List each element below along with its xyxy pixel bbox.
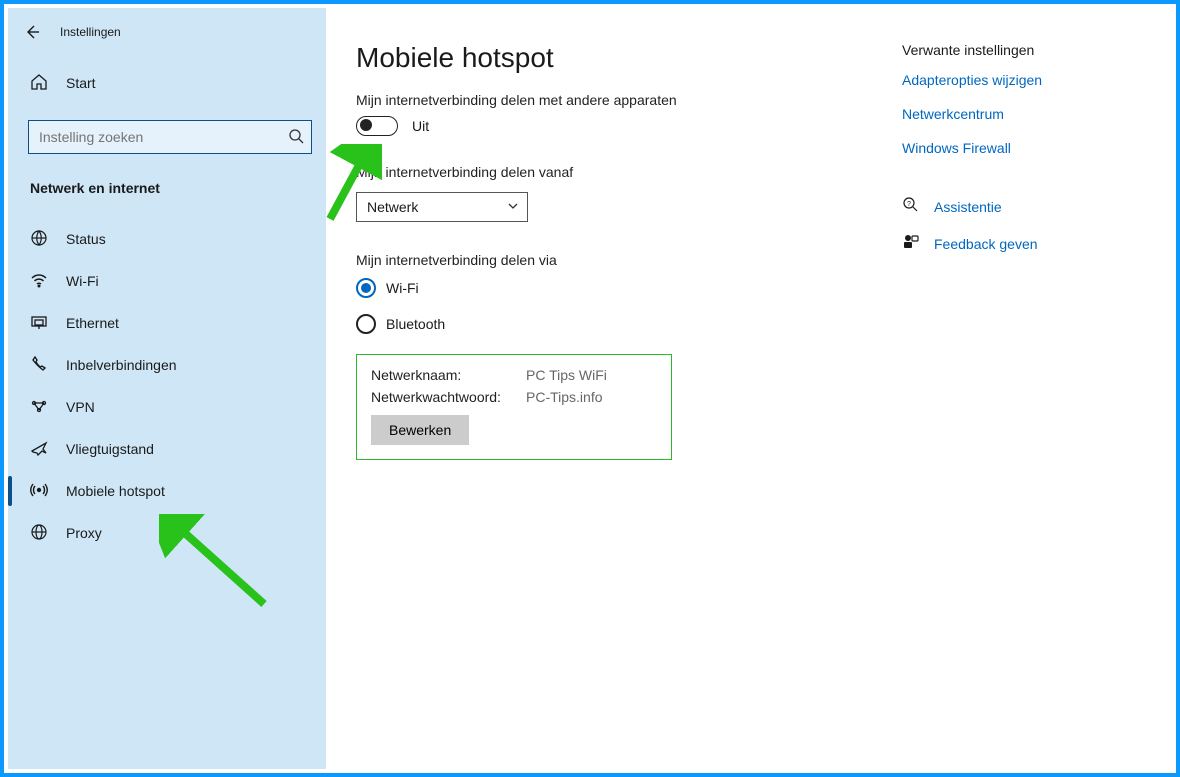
toggle-state-label: Uit — [412, 118, 429, 134]
sidebar-titlebar: Instellingen — [8, 16, 326, 48]
nav-item-vpn[interactable]: VPN — [8, 386, 326, 428]
share-from-select[interactable]: Netwerk — [356, 192, 528, 222]
network-name-value: PC Tips WiFi — [526, 367, 657, 383]
sidebar: Instellingen Start Netwerk en internet — [8, 8, 326, 769]
search-input[interactable] — [28, 120, 312, 154]
nav-item-ethernet[interactable]: Ethernet — [8, 302, 326, 344]
feedback-icon — [902, 233, 934, 254]
home-icon — [30, 73, 48, 94]
airplane-icon — [30, 439, 48, 460]
nav-label: Vliegtuigstand — [66, 441, 154, 457]
nav-label-start: Start — [66, 75, 96, 91]
app-title: Instellingen — [60, 25, 121, 39]
proxy-icon — [30, 523, 48, 544]
share-from-heading: Mijn internetverbinding delen vanaf — [356, 164, 882, 180]
link-windows-firewall[interactable]: Windows Firewall — [902, 140, 1142, 156]
wifi-icon — [30, 271, 48, 292]
vpn-icon — [30, 397, 48, 418]
nav-label: Ethernet — [66, 315, 119, 331]
help-assist[interactable]: ? Assistentie — [902, 196, 1142, 217]
page-title: Mobiele hotspot — [356, 42, 882, 74]
nav-item-status[interactable]: Status — [8, 218, 326, 260]
nav-list: Status Wi-Fi Ethernet — [8, 218, 326, 554]
help-feedback[interactable]: Feedback geven — [902, 233, 1142, 254]
link-assist[interactable]: Assistentie — [934, 199, 1002, 215]
edit-button[interactable]: Bewerken — [371, 415, 469, 445]
radio-wifi-label: Wi-Fi — [386, 280, 419, 296]
back-button[interactable] — [12, 16, 52, 48]
nav-item-start[interactable]: Start — [8, 62, 326, 104]
svg-text:?: ? — [907, 201, 911, 208]
nav-label: Status — [66, 231, 106, 247]
search-container — [28, 120, 312, 154]
hotspot-icon — [30, 481, 48, 502]
help-icon: ? — [902, 196, 934, 217]
nav-label: Mobiele hotspot — [66, 483, 165, 499]
nav-label: Proxy — [66, 525, 102, 541]
share-heading: Mijn internetverbinding delen met andere… — [356, 92, 882, 108]
nav-label: VPN — [66, 399, 95, 415]
radio-wifi[interactable]: Wi-Fi — [356, 278, 882, 298]
related-heading: Verwante instellingen — [902, 42, 1142, 58]
link-feedback[interactable]: Feedback geven — [934, 236, 1038, 252]
network-password-label: Netwerkwachtwoord: — [371, 389, 526, 405]
network-password-value: PC-Tips.info — [526, 389, 657, 405]
dialup-icon — [30, 355, 48, 376]
share-via-heading: Mijn internetverbinding delen via — [356, 252, 882, 268]
nav-item-dialup[interactable]: Inbelverbindingen — [8, 344, 326, 386]
link-network-center[interactable]: Netwerkcentrum — [902, 106, 1142, 122]
network-name-label: Netwerknaam: — [371, 367, 526, 383]
share-toggle[interactable] — [356, 116, 398, 136]
ethernet-icon — [30, 313, 48, 334]
search-icon — [288, 128, 304, 147]
nav-item-mobile-hotspot[interactable]: Mobiele hotspot — [8, 470, 326, 512]
related-settings: Verwante instellingen Adapteropties wijz… — [902, 42, 1142, 759]
section-label: Netwerk en internet — [30, 180, 326, 196]
radio-bluetooth[interactable]: Bluetooth — [356, 314, 882, 334]
select-value: Netwerk — [367, 199, 418, 215]
nav-item-airplane[interactable]: Vliegtuigstand — [8, 428, 326, 470]
chevron-down-icon — [507, 199, 519, 215]
nav-label: Inbelverbindingen — [66, 357, 177, 373]
toggle-knob — [360, 119, 372, 131]
nav-item-wifi[interactable]: Wi-Fi — [8, 260, 326, 302]
status-icon — [30, 229, 48, 250]
nav-item-proxy[interactable]: Proxy — [8, 512, 326, 554]
radio-bluetooth-label: Bluetooth — [386, 316, 445, 332]
network-info-box: Netwerknaam: PC Tips WiFi Netwerkwachtwo… — [356, 354, 672, 460]
nav-label: Wi-Fi — [66, 273, 99, 289]
link-adapter-options[interactable]: Adapteropties wijzigen — [902, 72, 1142, 88]
main-content: Mobiele hotspot Mijn internetverbinding … — [326, 8, 1172, 769]
window-frame: Instellingen Start Netwerk en internet — [0, 0, 1180, 777]
